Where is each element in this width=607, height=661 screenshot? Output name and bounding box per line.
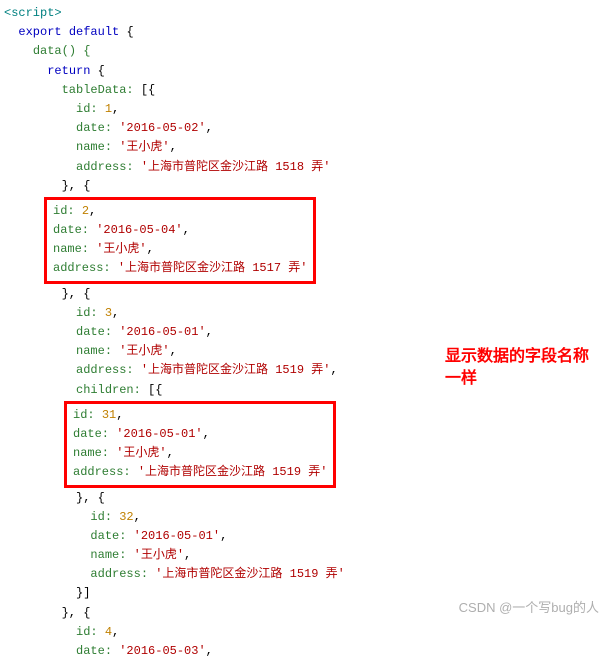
line-r4-date: date: '2016-05-03', [4, 642, 603, 661]
line-c31-id: id: 31, [73, 406, 327, 425]
highlight-box-1: id: 2, date: '2016-05-04', name: '王小虎', … [44, 197, 316, 284]
line-return: return { [4, 62, 603, 81]
line-r2-id: id: 2, [53, 202, 307, 221]
line-c32-date: date: '2016-05-01', [4, 527, 603, 546]
annotation-line1: 显示数据的字段名称 [445, 346, 589, 368]
highlight-box-2: id: 31, date: '2016-05-01', name: '王小虎',… [64, 401, 336, 488]
line-r3-date: date: '2016-05-01', [4, 323, 603, 342]
code-block: <script> export default { data() { retur… [4, 4, 603, 661]
line-c32-addr: address: '上海市普陀区金沙江路 1519 弄' [4, 565, 603, 584]
line-c31-name: name: '王小虎', [73, 444, 327, 463]
line-c31-addr: address: '上海市普陀区金沙江路 1519 弄' [73, 463, 327, 482]
line-r2-close: }, { [4, 285, 603, 304]
line-r1-id: id: 1, [4, 100, 603, 119]
line-r3-id: id: 3, [4, 304, 603, 323]
line-r2-addr: address: '上海市普陀区金沙江路 1517 弄' [53, 259, 307, 278]
line-r2-name: name: '王小虎', [53, 240, 307, 259]
line-data-fn: data() { [4, 42, 603, 61]
line-c32-name: name: '王小虎', [4, 546, 603, 565]
annotation-line2: 一样 [445, 368, 589, 390]
watermark: CSDN @一个写bug的人 [459, 598, 599, 619]
line-tabledata: tableData: [{ [4, 81, 603, 100]
line-export: export default { [4, 23, 603, 42]
annotation: 显示数据的字段名称 一样 [445, 346, 589, 391]
line-r1-name: name: '王小虎', [4, 138, 603, 157]
line-r1-addr: address: '上海市普陀区金沙江路 1518 弄' [4, 158, 603, 177]
line-r4-id: id: 4, [4, 623, 603, 642]
line-script-open: <script> [4, 4, 603, 23]
line-c32-id: id: 32, [4, 508, 603, 527]
line-r1-close: }, { [4, 177, 603, 196]
line-r2-date: date: '2016-05-04', [53, 221, 307, 240]
line-r1-date: date: '2016-05-02', [4, 119, 603, 138]
line-c31-date: date: '2016-05-01', [73, 425, 327, 444]
line-c31-close: }, { [4, 489, 603, 508]
